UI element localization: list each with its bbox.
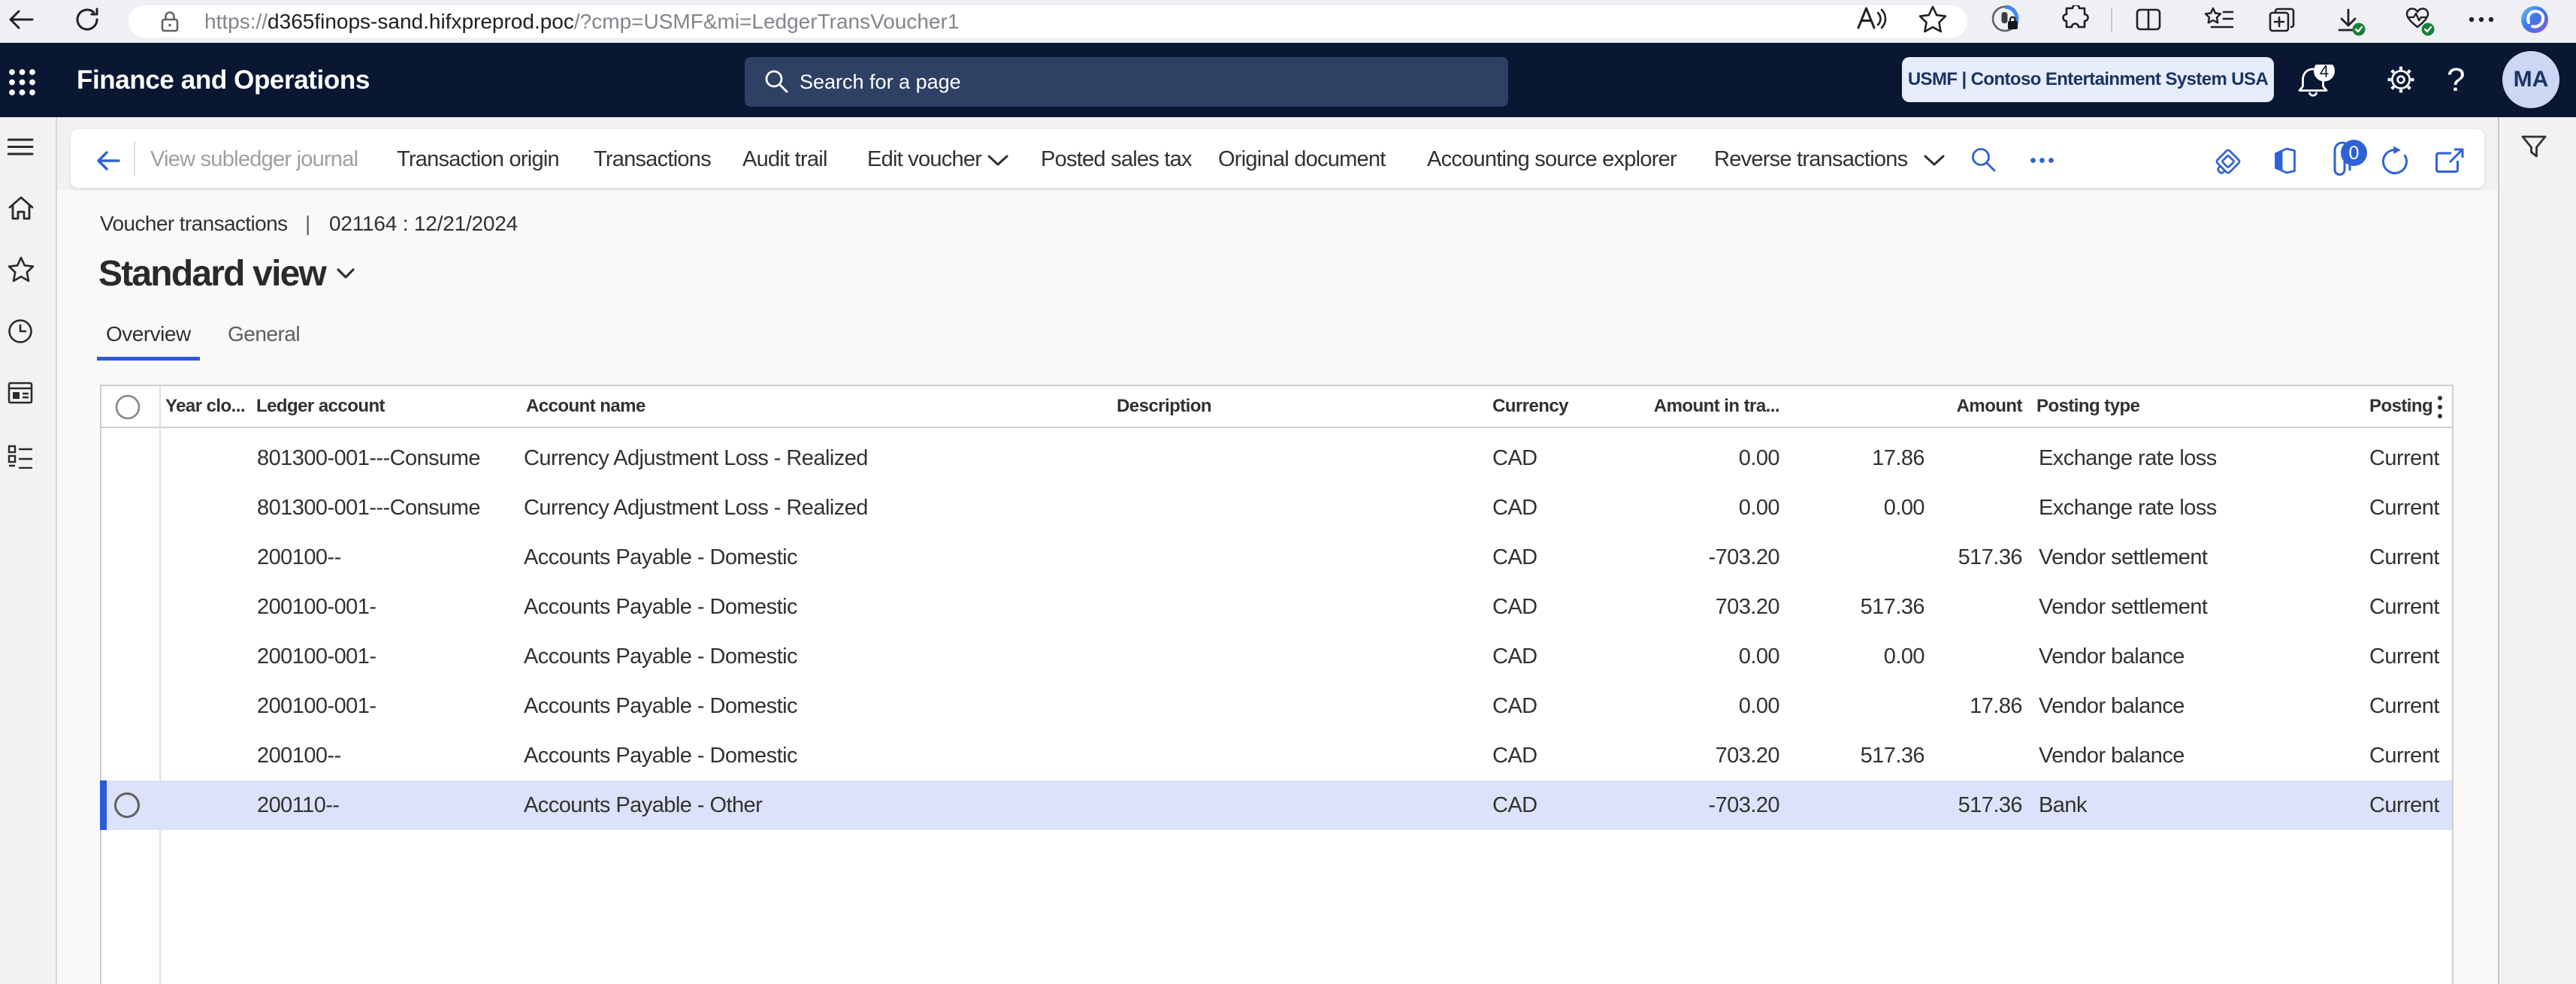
svg-text:4: 4 [2320, 65, 2329, 81]
svg-text:0: 0 [2349, 143, 2360, 164]
